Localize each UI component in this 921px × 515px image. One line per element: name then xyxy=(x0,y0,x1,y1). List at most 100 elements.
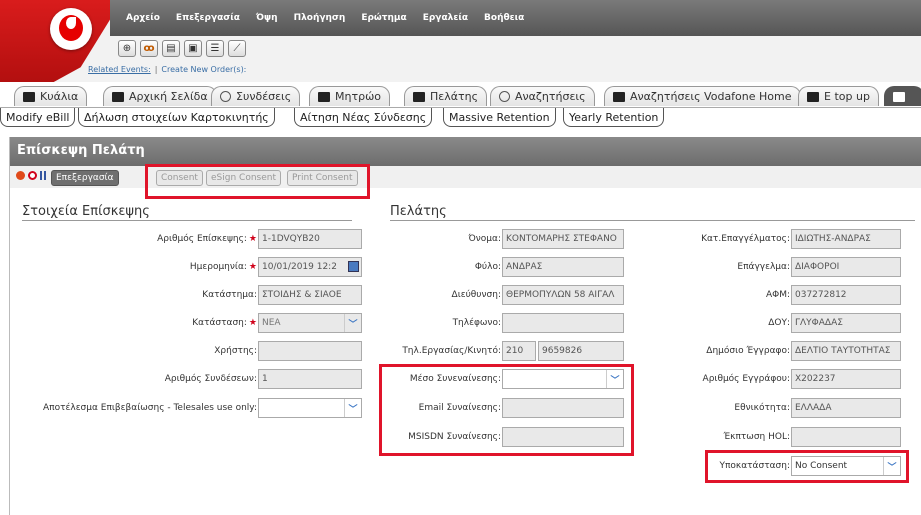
calendar-icon[interactable] xyxy=(348,261,359,272)
vodafone-logo[interactable] xyxy=(50,8,92,50)
label-text: Κατάσταση: xyxy=(192,318,247,328)
telesales-result-dropdown[interactable]: ﹀ xyxy=(258,398,362,418)
tab-icon xyxy=(23,91,35,102)
tab-vodafone-home-searches[interactable]: Αναζητήσεις Vodafone Home xyxy=(604,86,801,106)
subtab-new-connection[interactable]: Αίτηση Νέας Σύνδεσης xyxy=(294,108,433,127)
chevron-down-icon[interactable]: ﹀ xyxy=(344,399,361,417)
document-number-label: Αριθμός Εγγράφου: xyxy=(702,374,790,384)
related-links: Related Events: | Create New Order(s): xyxy=(88,65,246,74)
tab-label: Μητρώο xyxy=(335,90,382,103)
nationality-label: Εθνικότητα: xyxy=(734,403,790,413)
menu-edit[interactable]: Επεξεργασία xyxy=(176,13,240,23)
highlight-substitution xyxy=(705,450,909,483)
tab-label: Αναζητήσεις xyxy=(515,90,586,103)
public-document-field[interactable]: ΔΕΛΤΙΟ ΤΑΥΤΟΤΗΤΑΣ xyxy=(791,341,901,361)
chart-icon[interactable]: ⟋ xyxy=(228,40,246,57)
tab-active[interactable] xyxy=(884,86,921,106)
visit-panel: Επίσκεψη Πελάτη Επεξεργασία Consent eSig… xyxy=(9,137,921,515)
menu-view[interactable]: Όψη xyxy=(256,13,278,23)
tab-icon xyxy=(613,91,625,102)
date-label: Ημερομηνία: ★ xyxy=(190,262,257,272)
customer-section-title: Πελάτης xyxy=(390,204,915,221)
visit-number-label: Αριθμός Επίσκεψης: ★ xyxy=(157,234,257,244)
menu-bar: Αρχείο Επεξεργασία Όψη Πλοήγηση Ερώτημα … xyxy=(110,0,921,36)
required-mark: ★ xyxy=(248,318,257,328)
tab-label: Συνδέσεις xyxy=(236,90,292,103)
connections-count-field[interactable]: 1 xyxy=(258,369,362,389)
tax-office-field[interactable]: ΓΛΥΦΑΔΑΣ xyxy=(791,313,901,333)
related-events-link[interactable]: Related Events: xyxy=(88,65,151,74)
label-text: Αριθμός Επίσκεψης: xyxy=(157,234,247,244)
copy-record-icon[interactable]: ▣ xyxy=(184,40,202,57)
menu-file[interactable]: Αρχείο xyxy=(126,13,160,23)
gender-label: Φύλο: xyxy=(474,262,501,272)
status-label: Κατάσταση: ★ xyxy=(192,318,257,328)
status-dropdown[interactable]: ΝΕΑ ﹀ xyxy=(258,313,362,333)
tab-home[interactable]: Αρχική Σελίδα xyxy=(103,86,217,106)
highlight-consent-buttons xyxy=(145,164,370,199)
subtab-yearly-retention[interactable]: Yearly Retention xyxy=(563,108,665,127)
gender-field[interactable]: ΑΝΔΡΑΣ xyxy=(502,257,624,277)
address-field[interactable]: ΘΕΡΜΟΠΥΛΩΝ 58 ΑΙΓΑΛ xyxy=(502,285,624,305)
public-document-label: Δημόσιο Έγγραφο: xyxy=(706,346,790,356)
tab-icon xyxy=(318,91,330,102)
tax-office-label: ΔΟΥ: xyxy=(768,318,790,328)
profession-category-field[interactable]: ΙΔΙΩΤΗΣ-ΑΝΔΡΑΣ xyxy=(791,229,901,249)
app-window: Αρχείο Επεξεργασία Όψη Πλοήγηση Ερώτημα … xyxy=(0,0,921,515)
tab-kyalia[interactable]: Κυάλια xyxy=(14,86,88,106)
profession-field[interactable]: ΔΙΑΦΟΡΟΙ xyxy=(791,257,901,277)
store-field[interactable]: ΣΤΟΙΔΗΣ & ΣΙΑΟΕ xyxy=(258,285,362,305)
main-tabs: Κυάλια Αρχική Σελίδα Συνδέσεις Μητρώο Πε… xyxy=(0,84,921,108)
binoculars-icon[interactable]: ꝏ xyxy=(140,40,158,57)
user-label: Χρήστης: xyxy=(214,346,257,356)
work-number-field[interactable]: 9659826 xyxy=(538,341,624,361)
subtab-prepaid-declaration[interactable]: Δήλωση στοιχείων Καρτοκινητής xyxy=(78,108,275,127)
menu-help[interactable]: Βοήθεια xyxy=(484,13,524,23)
document-number-field[interactable]: Χ202237 xyxy=(791,369,901,389)
search-tab-icon xyxy=(220,91,231,102)
required-mark: ★ xyxy=(248,262,257,272)
tab-registry[interactable]: Μητρώο xyxy=(309,86,391,106)
tab-searches[interactable]: Αναζητήσεις xyxy=(490,86,595,106)
label-text: Ημερομηνία: xyxy=(189,262,247,272)
subtab-massive-retention[interactable]: Massive Retention xyxy=(443,108,556,127)
delete-icon[interactable] xyxy=(16,171,25,180)
tab-connections[interactable]: Συνδέσεις xyxy=(211,86,301,106)
user-field[interactable] xyxy=(258,341,362,361)
hol-discount-field[interactable] xyxy=(791,427,901,447)
visit-number-field[interactable]: 1-1DVQYB20 xyxy=(258,229,362,249)
tab-label: Πελάτης xyxy=(430,90,479,103)
tab-icon xyxy=(413,91,425,102)
tab-icon xyxy=(112,91,124,102)
date-field[interactable]: 10/01/2019 12:2 xyxy=(258,257,362,277)
edit-button[interactable]: Επεξεργασία xyxy=(51,170,119,186)
work-area-code-field[interactable]: 210 xyxy=(502,341,536,361)
telesales-result-label: Αποτέλεσμα Επιβεβαίωσης - Telesales use … xyxy=(43,403,257,413)
hol-discount-label: Έκπτωση HOL: xyxy=(723,432,790,442)
store-label: Κατάστημα: xyxy=(202,290,257,300)
nationality-field[interactable]: ΕΛΛΑΔΑ xyxy=(791,398,901,418)
create-new-order-link[interactable]: Create New Order(s): xyxy=(161,65,246,74)
back-icon[interactable]: ⊕ xyxy=(118,40,136,57)
chevron-down-icon[interactable]: ﹀ xyxy=(344,314,361,332)
phone-label: Τηλέφωνο: xyxy=(452,318,501,328)
tab-e-top-up[interactable]: E top up xyxy=(798,86,879,106)
menu-query[interactable]: Ερώτημα xyxy=(361,13,406,23)
subtab-modify-ebill[interactable]: Modify eBill xyxy=(0,108,76,127)
cancel-icon[interactable] xyxy=(28,171,37,180)
menu-navigate[interactable]: Πλοήγηση xyxy=(294,13,346,23)
tax-id-field[interactable]: 037272812 xyxy=(791,285,901,305)
list-icon[interactable]: ☰ xyxy=(206,40,224,57)
name-field[interactable]: ΚΟΝΤΟΜΑΡΗΣ ΣΤΕΦΑΝΟ xyxy=(502,229,624,249)
required-mark: ★ xyxy=(248,234,257,244)
tab-customer[interactable]: Πελάτης xyxy=(404,86,488,106)
tab-label: Κυάλια xyxy=(40,90,79,103)
pause-icon[interactable] xyxy=(40,171,46,180)
date-value: 10/01/2019 12:2 xyxy=(262,262,337,272)
sub-tabs: Modify eBill Δήλωση στοιχείων Καρτοκινητ… xyxy=(0,108,921,128)
phone-field[interactable] xyxy=(502,313,624,333)
menu-tools[interactable]: Εργαλεία xyxy=(423,13,468,23)
tab-label: Αρχική Σελίδα xyxy=(129,90,208,103)
new-record-icon[interactable]: ▤ xyxy=(162,40,180,57)
panel-title: Επίσκεψη Πελάτη xyxy=(10,137,921,166)
